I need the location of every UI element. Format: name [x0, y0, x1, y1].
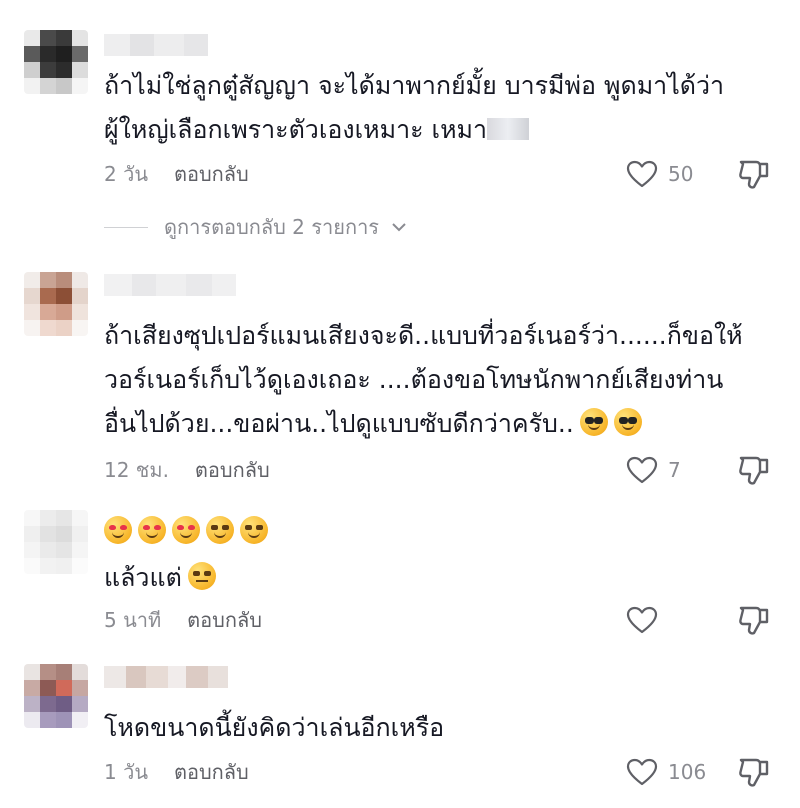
- reply-button[interactable]: ตอบกลับ: [174, 756, 249, 788]
- thumbs-down-outline-icon[interactable]: [736, 754, 772, 790]
- emoji-sunglasses: [579, 406, 608, 450]
- comment-time: 12 ชม.: [104, 458, 169, 482]
- reply-button[interactable]: ตอบกลับ: [187, 604, 262, 636]
- comment-text: แล้วแต่: [104, 556, 770, 604]
- heart-outline-icon[interactable]: [626, 606, 658, 634]
- comment-3: แล้วแต่ 5 นาที ตอบกลับ: [0, 500, 800, 650]
- view-replies-button[interactable]: ดูการตอบกลับ 2 รายการ: [104, 211, 407, 243]
- emoji-row: [104, 516, 268, 544]
- like-button[interactable]: 106: [626, 756, 706, 788]
- emoji-heart-eyes: [172, 516, 200, 544]
- thumbs-down-outline-icon[interactable]: [736, 602, 772, 638]
- emoji-unamused: [187, 560, 216, 604]
- comment-text: ถ้าเสียงซุปเปอร์แมนเสียงจะดี..แบบที่วอร์…: [104, 314, 770, 450]
- like-button[interactable]: 7: [626, 454, 681, 486]
- reply-button[interactable]: ตอบกลับ: [174, 158, 249, 190]
- divider-line: [104, 226, 148, 228]
- comment-2: ถ้าเสียงซุปเปอร์แมนเสียงจะดี..แบบที่วอร์…: [0, 260, 800, 500]
- comment-meta: 2 วัน ตอบกลับ: [104, 160, 249, 188]
- emoji-sunglasses: [613, 406, 642, 450]
- view-replies-label[interactable]: ดูการตอบกลับ 2 รายการ: [164, 211, 379, 243]
- thumbs-down-outline-icon[interactable]: [736, 452, 772, 488]
- avatar[interactable]: [24, 664, 88, 728]
- heart-outline-icon[interactable]: [626, 160, 658, 188]
- like-count: 50: [668, 162, 694, 186]
- heart-outline-icon[interactable]: [626, 456, 658, 484]
- chevron-down-icon[interactable]: [391, 221, 407, 233]
- emoji-smiling-hearts: [138, 516, 166, 544]
- like-count: 7: [668, 458, 681, 482]
- emoji-kissing: [104, 516, 132, 544]
- reply-button[interactable]: ตอบกลับ: [195, 454, 270, 486]
- comment-text: ถ้าไม่ใช่ลูกตู๋สัญญา จะได้มาพากย์มั้ย บา…: [104, 71, 725, 144]
- thumbs-down-outline-icon[interactable]: [736, 156, 772, 192]
- comment-meta: 1 วัน ตอบกลับ: [104, 758, 249, 786]
- comment-time: 5 นาที: [104, 608, 162, 632]
- like-count: 106: [668, 760, 707, 784]
- username-blurred[interactable]: [104, 34, 208, 56]
- blurred-text: [487, 118, 530, 140]
- like-button[interactable]: [626, 604, 658, 636]
- comment-4: โหดขนาดนี้ยังคิดว่าเล่นอีกเหรือ 1 วัน ตอ…: [0, 650, 800, 808]
- avatar[interactable]: [24, 30, 88, 94]
- avatar[interactable]: [24, 272, 88, 336]
- comment-text: โหดขนาดนี้ยังคิดว่าเล่นอีกเหรือ: [104, 713, 445, 742]
- like-button[interactable]: 50: [626, 158, 693, 190]
- comment-time: 2 วัน: [104, 162, 148, 186]
- avatar[interactable]: [24, 510, 88, 574]
- emoji-partying: [240, 516, 268, 544]
- username-blurred[interactable]: [104, 274, 236, 296]
- comment-meta: 12 ชม. ตอบกลับ: [104, 456, 270, 484]
- comment-1: ถ้าไม่ใช่ลูกตู๋สัญญา จะได้มาพากย์มั้ย บา…: [0, 0, 800, 210]
- comment-time: 1 วัน: [104, 760, 148, 784]
- username-blurred[interactable]: [104, 666, 228, 688]
- heart-outline-icon[interactable]: [626, 758, 658, 786]
- emoji-star-struck: [206, 516, 234, 544]
- comment-meta: 5 นาที ตอบกลับ: [104, 606, 262, 634]
